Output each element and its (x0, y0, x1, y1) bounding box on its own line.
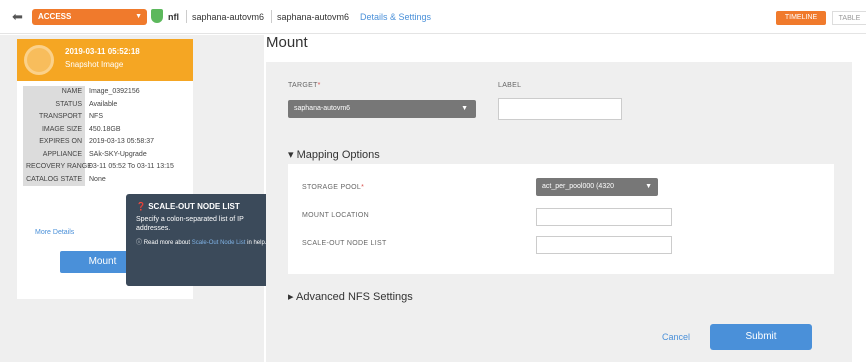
tab-table[interactable]: TABLE (832, 11, 866, 25)
snapshot-icon (24, 45, 54, 75)
property-value: SAk-SKY-Upgrade (89, 150, 147, 158)
mount-location-label: MOUNT LOCATION (302, 212, 369, 219)
tooltip-footer: ⓘ Read more about Scale-Out Node List in… (136, 239, 272, 247)
property-row: RECOVERY RANGE 03-11 05:52 To 03-11 13:1… (17, 161, 193, 174)
mapping-options-toggle[interactable]: ▾ Mapping Options (288, 148, 380, 161)
divider (271, 10, 272, 23)
mount-form: TARGET* saphana-autovm6 ▼ LABEL ▾ Mappin… (266, 62, 852, 362)
target-label: TARGET* (288, 82, 321, 89)
property-row: TRANSPORT NFS (17, 111, 193, 124)
property-row: NAME Image_0392156 (17, 86, 193, 99)
page-title: Mount (266, 34, 308, 51)
property-row: STATUS Available (17, 98, 193, 111)
caret-right-icon: ▸ (288, 291, 294, 303)
mapping-options-label: Mapping Options (296, 149, 380, 161)
help-link[interactable]: Scale-Out Node List (192, 240, 246, 246)
tab-timeline[interactable]: TIMELINE (776, 11, 826, 25)
scaleout-label: SCALE-OUT NODE LIST (302, 240, 387, 247)
property-value: Available (89, 100, 118, 108)
property-value: 2019-03-13 05:58:37 (89, 138, 154, 145)
storage-pool-value: act_per_pool000 (4320 (542, 183, 615, 190)
property-row: IMAGE SIZE 450.18GB (17, 123, 193, 136)
property-key: CATALOG STATE (23, 173, 85, 186)
cancel-button[interactable]: Cancel (662, 332, 690, 342)
snapshot-header: 2019-03-11 05:52:18 Snapshot Image (17, 39, 193, 81)
snapshot-properties: NAME Image_0392156 STATUS Available TRAN… (17, 86, 193, 186)
mount-location-input[interactable] (536, 208, 672, 226)
property-key: RECOVERY RANGE (23, 161, 92, 174)
access-dropdown[interactable]: ACCESS ▼ (32, 9, 147, 25)
host-name: nfl (168, 12, 179, 22)
property-value: NFS (89, 113, 103, 120)
tooltip-title: ❓ SCALE-OUT NODE LIST (136, 202, 272, 211)
property-row: CATALOG STATE None (17, 173, 193, 186)
property-value: Image_0392156 (89, 88, 140, 95)
caret-down-icon: ▾ (288, 149, 294, 161)
tooltip-foot-suffix: in help. (247, 240, 267, 246)
scaleout-tooltip: ❓ SCALE-OUT NODE LIST Specify a colon-se… (126, 194, 282, 286)
chevron-down-icon: ▼ (461, 105, 468, 112)
more-details-link[interactable]: More Details (35, 229, 74, 236)
label-input[interactable] (498, 98, 622, 120)
chevron-down-icon: ▼ (643, 178, 652, 196)
target-dropdown[interactable]: saphana-autovm6 ▼ (288, 100, 476, 118)
details-settings-link[interactable]: Details & Settings (360, 10, 431, 24)
tooltip-body: Specify a colon-separated list of IP add… (136, 216, 244, 232)
advanced-nfs-label: Advanced NFS Settings (295, 291, 413, 303)
property-value: 450.18GB (89, 125, 121, 133)
chevron-down-icon: ▼ (135, 13, 142, 20)
question-icon: ❓ (136, 202, 146, 211)
breadcrumb-host[interactable]: saphana-autovm6 (277, 10, 349, 24)
property-value: None (89, 175, 106, 183)
info-icon: ⓘ (136, 240, 143, 246)
tooltip-title-text: SCALE-OUT NODE LIST (148, 202, 240, 211)
storage-pool-label-text: STORAGE POOL (302, 184, 362, 191)
advanced-nfs-toggle[interactable]: ▸ Advanced NFS Settings (288, 290, 413, 303)
property-key: NAME (23, 86, 85, 99)
top-bar: ⬅ ACCESS ▼ nfl saphana-autovm6 saphana-a… (0, 0, 866, 34)
access-label: ACCESS (38, 12, 72, 21)
submit-button[interactable]: Submit (710, 324, 812, 350)
property-key: APPLIANCE (23, 148, 85, 161)
storage-pool-label: STORAGE POOL* (302, 184, 365, 191)
property-row: EXPIRES ON 2019-03-13 05:58:37 (17, 136, 193, 149)
shield-icon (151, 9, 163, 23)
scaleout-input[interactable] (536, 236, 672, 254)
snapshot-date: 2019-03-11 05:52:18 (65, 47, 140, 56)
divider (186, 10, 187, 23)
property-key: EXPIRES ON (23, 136, 85, 149)
mapping-options-panel: STORAGE POOL* act_per_pool000 (4320 ▼ MO… (288, 164, 834, 274)
exit-icon[interactable]: ⬅ (12, 10, 26, 24)
property-key: TRANSPORT (23, 111, 85, 124)
property-key: IMAGE SIZE (23, 123, 85, 136)
tooltip-foot-prefix: Read more about (143, 240, 191, 246)
property-key: STATUS (23, 98, 85, 111)
property-value: 03-11 05:52 To 03-11 13:15 (89, 163, 174, 170)
target-value: saphana-autovm6 (294, 105, 351, 112)
snapshot-type: Snapshot Image (65, 60, 124, 69)
target-label-text: TARGET (288, 82, 318, 89)
label-label: LABEL (498, 82, 522, 89)
property-row: APPLIANCE SAk-SKY-Upgrade (17, 148, 193, 161)
breadcrumb-app[interactable]: saphana-autovm6 (192, 10, 264, 24)
storage-pool-dropdown[interactable]: act_per_pool000 (4320 ▼ (536, 178, 658, 196)
